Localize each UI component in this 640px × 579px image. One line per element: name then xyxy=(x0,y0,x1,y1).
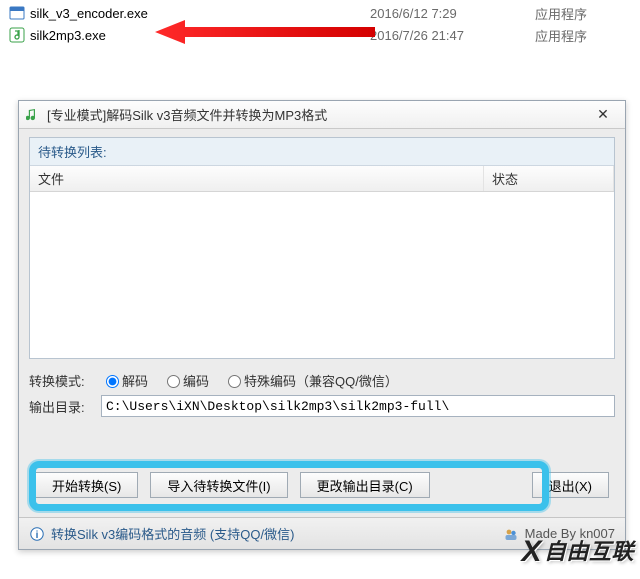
file-name: silk_v3_encoder.exe xyxy=(30,6,370,21)
file-name: silk2mp3.exe xyxy=(30,28,370,43)
converter-dialog: [专业模式]解码Silk v3音频文件并转换为MP3格式 ✕ 待转换列表: 文件… xyxy=(18,100,626,550)
column-state[interactable]: 状态 xyxy=(484,166,614,191)
import-files-button[interactable]: 导入待转换文件(I) xyxy=(150,472,287,498)
radio-special[interactable]: 特殊编码（兼容QQ/微信） xyxy=(223,371,398,390)
exe-icon xyxy=(8,4,26,22)
file-date: 2016/6/12 7:29 xyxy=(370,6,535,21)
list-body[interactable] xyxy=(30,192,614,357)
close-button[interactable]: ✕ xyxy=(587,104,619,126)
file-row[interactable]: silk_v3_encoder.exe 2016/6/12 7:29 应用程序 xyxy=(0,2,640,24)
column-file[interactable]: 文件 xyxy=(30,166,484,191)
mode-row: 转换模式: 解码 编码 特殊编码（兼容QQ/微信） xyxy=(29,367,615,393)
status-text: 转换Silk v3编码格式的音频 (支持QQ/微信) xyxy=(51,524,294,543)
output-row: 输出目录: xyxy=(29,393,615,419)
made-by-text: Made By kn007 xyxy=(525,526,615,541)
change-output-dir-button[interactable]: 更改输出目录(C) xyxy=(300,472,430,498)
statusbar: i 转换Silk v3编码格式的音频 (支持QQ/微信) Made By kn0… xyxy=(19,517,625,549)
pending-list-group: 待转换列表: 文件 状态 xyxy=(29,137,615,359)
radio-label: 特殊编码（兼容QQ/微信） xyxy=(244,371,398,390)
file-date: 2016/7/26 21:47 xyxy=(370,28,535,43)
file-list: silk_v3_encoder.exe 2016/6/12 7:29 应用程序 … xyxy=(0,0,640,56)
file-type: 应用程序 xyxy=(535,26,635,45)
radio-label: 编码 xyxy=(183,371,209,390)
start-convert-button[interactable]: 开始转换(S) xyxy=(35,472,138,498)
svg-text:i: i xyxy=(36,530,39,541)
dialog-body: 待转换列表: 文件 状态 转换模式: 解码 编码 特殊编码（兼容QQ/微信） 输… xyxy=(19,129,625,515)
status-right: Made By kn007 xyxy=(503,526,615,542)
app-icon xyxy=(25,107,41,123)
music-exe-icon xyxy=(8,26,26,44)
radio-encode[interactable]: 编码 xyxy=(162,371,209,390)
output-label: 输出目录: xyxy=(29,397,101,416)
output-path-input[interactable] xyxy=(101,395,615,417)
window-title: [专业模式]解码Silk v3音频文件并转换为MP3格式 xyxy=(47,105,587,124)
radio-label: 解码 xyxy=(122,371,148,390)
button-row: 开始转换(S) 导入待转换文件(I) 更改输出目录(C) 退出(X) xyxy=(29,465,615,505)
mode-label: 转换模式: xyxy=(29,371,101,390)
options: 转换模式: 解码 编码 特殊编码（兼容QQ/微信） 输出目录: xyxy=(29,367,615,419)
file-type: 应用程序 xyxy=(535,4,635,23)
list-header: 文件 状态 xyxy=(30,166,614,192)
radio-decode[interactable]: 解码 xyxy=(101,371,148,390)
titlebar[interactable]: [专业模式]解码Silk v3音频文件并转换为MP3格式 ✕ xyxy=(19,101,625,129)
exit-button[interactable]: 退出(X) xyxy=(532,472,609,498)
group-title: 待转换列表: xyxy=(30,138,614,166)
file-row[interactable]: silk2mp3.exe 2016/7/26 21:47 应用程序 xyxy=(0,24,640,46)
info-icon: i xyxy=(29,526,45,542)
users-icon xyxy=(503,526,519,542)
